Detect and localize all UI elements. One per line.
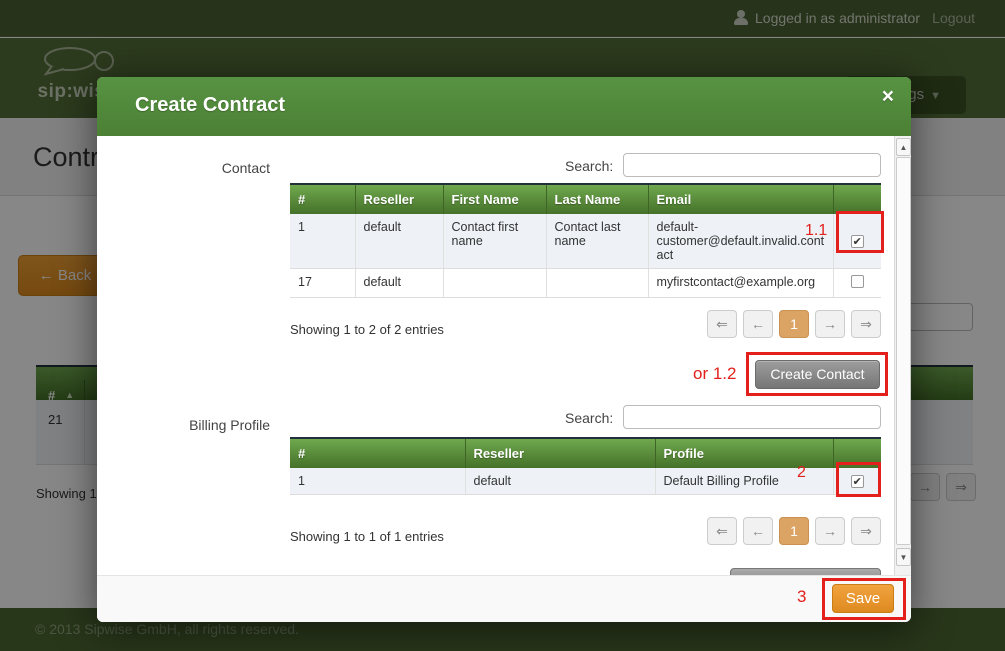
page-last-button[interactable]: ⇒ [851,310,881,338]
annotation-or-1-2: or 1.2 [693,364,736,384]
billing-table-header-row: # Reseller Profile [290,438,881,468]
col-id[interactable]: # [290,438,465,468]
col-reseller[interactable]: Reseller [465,438,655,468]
modal-footer: 3 Save [97,575,911,622]
billing-pagination: ⇐←1→⇒ [707,517,881,545]
modal-body: Contact Search: # Reseller First Name La… [97,136,911,575]
col-first-name[interactable]: First Name [443,184,546,214]
page-number-button[interactable]: 1 [779,310,809,338]
billing-row-1[interactable]: 1 default Default Billing Profile ✔ [290,468,881,495]
modal-title: Create Contract [135,94,285,117]
col-profile[interactable]: Profile [655,438,833,468]
col-email[interactable]: Email [648,184,833,214]
billing-showing-text: Showing 1 to 1 of 1 entries [290,529,444,544]
cell-last-name [546,269,648,298]
contact-pagination: ⇐←1→⇒ [707,310,881,338]
cell-email: myfirstcontact@example.org [648,269,833,298]
create-contract-modal: Create Contract × Contact Search: # Rese… [97,77,911,622]
billing-section-label: Billing Profile [150,417,270,433]
cell-id: 1 [290,214,355,269]
cell-reseller: default [355,269,443,298]
page-next-button[interactable]: → [815,310,845,338]
contact-section-label: Contact [150,160,270,176]
col-reseller[interactable]: Reseller [355,184,443,214]
scrollbar-thumb[interactable] [896,157,911,545]
cell-last-name: Contact last name [546,214,648,269]
billing-search-label: Search: [565,410,613,426]
contact-row-1[interactable]: 1 default Contact first name Contact las… [290,214,881,269]
contact-table: # Reseller First Name Last Name Email 1 … [290,183,881,298]
contact-search-input[interactable] [623,153,881,177]
billing-search-input[interactable] [623,405,881,429]
annotation-1-1: 1.1 [805,222,827,240]
page-number-button[interactable]: 1 [779,517,809,545]
col-last-name[interactable]: Last Name [546,184,648,214]
cell-id: 1 [290,468,465,495]
screen: Logged in as administrator Logout sip:wi… [0,0,1005,651]
contact-table-header-row: # Reseller First Name Last Name Email [290,184,881,214]
cell-id: 17 [290,269,355,298]
highlight-save [822,578,906,620]
cell-reseller: default [355,214,443,269]
highlight-billing-checkbox [836,462,881,497]
cell-profile: Default Billing Profile [655,468,833,495]
page-first-button[interactable]: ⇐ [707,517,737,545]
annotation-3: 3 [797,587,806,607]
scroll-down-icon[interactable]: ▼ [896,548,911,566]
create-billing-profile-button-clipped[interactable] [730,568,881,575]
page-first-button[interactable]: ⇐ [707,310,737,338]
page-last-button[interactable]: ⇒ [851,517,881,545]
contact-row-2[interactable]: 17 default myfirstcontact@example.org [290,269,881,298]
billing-table: # Reseller Profile 1 default Default Bil… [290,437,881,495]
cell-reseller: default [465,468,655,495]
annotation-2: 2 [797,464,806,482]
modal-header: Create Contract × [97,77,911,136]
contact-search-label: Search: [565,158,613,174]
cell-first-name: Contact first name [443,214,546,269]
highlight-contact-checkbox [836,211,884,253]
highlight-create-contact [746,352,888,396]
col-select [833,184,881,214]
close-icon[interactable]: × [882,85,894,109]
page-prev-button[interactable]: ← [743,517,773,545]
cell-first-name [443,269,546,298]
page-next-button[interactable]: → [815,517,845,545]
scroll-up-icon[interactable]: ▲ [896,138,911,156]
page-prev-button[interactable]: ← [743,310,773,338]
col-id[interactable]: # [290,184,355,214]
modal-scrollbar[interactable]: ▲ ▼ [894,136,911,575]
contact-row-2-checkbox[interactable] [851,275,864,288]
contact-showing-text: Showing 1 to 2 of 2 entries [290,322,444,337]
